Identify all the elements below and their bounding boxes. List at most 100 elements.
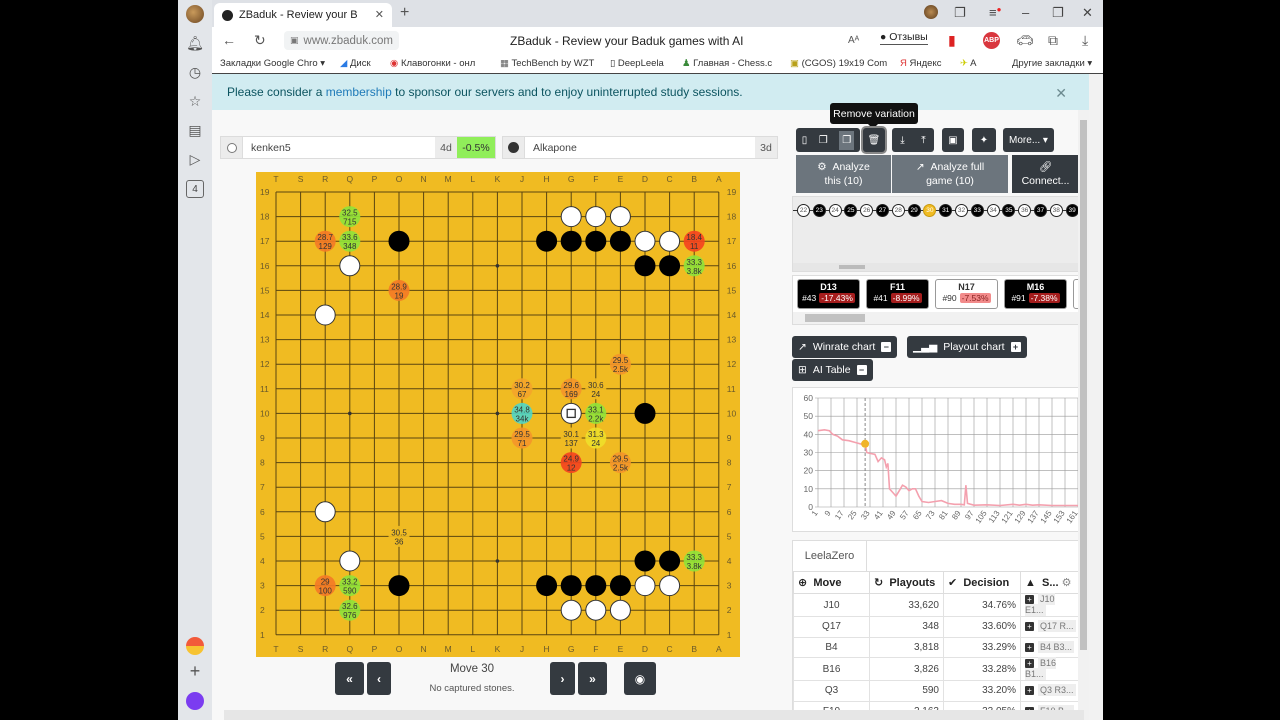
other-bookmarks[interactable]: Другие закладки ▾ — [1012, 58, 1092, 69]
tab-leelazero[interactable]: LeelaZero — [793, 541, 867, 571]
ai-suggestion[interactable]: 28.919 — [388, 279, 410, 301]
tree-node[interactable]: 23 — [812, 204, 826, 217]
copy-icon[interactable]: ❐ — [819, 135, 828, 146]
ai-table-row[interactable]: Q17 348 33.60% + Q17 R... — [793, 616, 1081, 638]
ai-suggestion[interactable]: 30.536 — [388, 525, 410, 547]
next-move-button[interactable]: › — [550, 662, 575, 695]
col-playouts[interactable]: ↻ Playouts — [869, 571, 944, 594]
restore-icon[interactable]: ❐ — [1052, 5, 1064, 21]
horizontal-scrollbar[interactable] — [224, 710, 1084, 720]
winrate-chart-toggle[interactable]: ↗ Winrate chart − — [792, 336, 898, 358]
last-move-button[interactable]: » — [578, 662, 607, 695]
browser-tab[interactable]: ZBaduk - Review your B ✕ — [214, 3, 392, 27]
analyze-full-game-button[interactable]: ↗ Analyze full game (10) — [892, 155, 1008, 193]
tree-node[interactable]: 34 — [986, 204, 1000, 217]
tree-node[interactable]: 27 — [876, 204, 889, 217]
bookmark-item[interactable]: ♟ Главная - Chess.c — [682, 58, 772, 69]
more-dropdown-button[interactable]: More... ▾ — [1003, 128, 1054, 152]
ai-suggestion[interactable]: 29.571 — [511, 427, 533, 449]
menu-notifications-icon[interactable]: ≡● — [989, 5, 1001, 20]
toggle-visibility-eye-icon[interactable]: ◉ — [624, 662, 656, 695]
alice-assistant-icon[interactable] — [186, 692, 204, 710]
bookmark-item[interactable]: Закладки Google Chro ▾ — [220, 58, 325, 69]
ai-suggestion[interactable]: 30.1137 — [560, 427, 582, 449]
pv-chip[interactable]: Q3 R3... — [1038, 684, 1076, 697]
winrate-chart-svg[interactable]: 1 9 17 25 33 41 49 57 65 73 81 89 971051131211291371… — [793, 388, 1090, 533]
ai-suggestion[interactable]: 33.33.8k — [683, 550, 705, 572]
ai-table-row[interactable]: B4 3,818 33.29% + B4 B3... — [793, 636, 1081, 658]
tree-node[interactable]: 31 — [939, 204, 953, 217]
tree-scrollbar[interactable] — [793, 263, 1088, 271]
reload-icon[interactable]: ↻ — [254, 32, 266, 49]
previous-move-button[interactable]: ‹ — [367, 662, 391, 695]
bookmark-item[interactable]: ▣ (CGOS) 19x19 Com — [790, 58, 887, 69]
ai-suggestion[interactable]: 29.6169 — [560, 378, 582, 400]
download-icon[interactable]: ⤓ — [1082, 32, 1088, 49]
ai-suggestion[interactable]: 33.2590 — [339, 575, 361, 597]
expand-plus-icon[interactable]: + — [1025, 595, 1034, 604]
profile-avatar-icon[interactable] — [186, 5, 204, 23]
collections-icon[interactable]: ❐ — [954, 5, 966, 21]
ai-suggestion[interactable]: 29.52.5k — [609, 452, 631, 474]
col-move[interactable]: ⊕ Move — [793, 571, 870, 594]
bookmark-item[interactable]: ◢ Диск — [340, 58, 371, 69]
close-window-icon[interactable]: ✕ — [1082, 5, 1093, 21]
new-tab-icon[interactable]: + — [400, 4, 409, 22]
bookmark-item[interactable]: ▦ TechBench by WZT — [500, 58, 594, 69]
mistakes-scrollbar[interactable] — [793, 312, 1088, 324]
ai-suggestion[interactable]: 31.324 — [585, 427, 607, 449]
bell-icon[interactable]: 🔔︎ — [186, 34, 204, 52]
app-shortcut-icon[interactable] — [186, 637, 204, 655]
close-banner-icon[interactable]: ✕ — [1055, 85, 1067, 102]
expand-plus-icon[interactable]: + — [1025, 642, 1034, 652]
ai-table-toggle[interactable]: ⊞ AI Table − — [792, 359, 873, 381]
ai-table-row[interactable]: B16 3,826 33.28% + B16 B1... — [793, 657, 1081, 681]
mistake-card[interactable]: D13 #43 -17.43% — [797, 279, 860, 309]
ai-table-row[interactable]: Q3 590 33.20% + Q3 R3... — [793, 680, 1081, 702]
tree-node[interactable]: 32 — [955, 204, 968, 217]
go-board-svg[interactable]: TTSSRRQQPPOONNMMLLKKJJHHGGFFEEDDCCBBAA1 1… — [256, 172, 740, 657]
minimize-icon[interactable]: – — [1022, 5, 1029, 20]
ai-suggestion[interactable]: 34.834k — [511, 402, 533, 424]
ai-suggestion[interactable]: 28.7129 — [314, 230, 336, 252]
duplicate-icon[interactable]: ❐ — [839, 130, 855, 150]
tree-node[interactable]: 24 — [828, 204, 842, 217]
ai-suggestion[interactable]: 33.6348 — [339, 230, 361, 252]
back-arrow-icon[interactable]: ← — [222, 32, 236, 48]
tree-node[interactable]: 22 — [797, 204, 810, 217]
reviews-button[interactable]: ● Отзывы — [880, 31, 928, 45]
pv-chip[interactable]: Q17 R... — [1038, 620, 1076, 633]
tree-node[interactable]: 38 — [1049, 204, 1063, 217]
tree-node-current[interactable]: 30 — [923, 204, 937, 217]
tree-node[interactable]: 25 — [844, 204, 858, 217]
mistake-card[interactable]: F11 #41 -8.99% — [866, 279, 929, 309]
ai-suggestion[interactable]: 29100 — [314, 575, 336, 597]
adblock-icon[interactable]: ABP — [983, 32, 1000, 49]
ai-suggestion[interactable]: 33.33.8k — [683, 255, 705, 277]
mistake-card[interactable]: M16 #91 -7.38% — [1004, 279, 1067, 309]
tabs-counter-icon[interactable]: 4 — [186, 180, 204, 198]
col-decision[interactable]: ✔ Decision — [943, 571, 1021, 594]
tree-node[interactable]: 37 — [1034, 204, 1047, 217]
ai-suggestion[interactable]: 32.5715 — [339, 206, 361, 228]
expand-plus-icon[interactable]: + — [1025, 659, 1034, 668]
first-move-button[interactable]: « — [335, 662, 364, 695]
upload-icon[interactable]: ⤒ — [921, 135, 925, 146]
pv-chip[interactable]: B4 B3... — [1038, 640, 1075, 653]
expand-plus-icon[interactable]: + — [1025, 622, 1034, 632]
tree-node[interactable]: 39 — [1065, 204, 1079, 217]
tree-node[interactable]: 28 — [891, 204, 905, 217]
tree-node[interactable]: 29 — [907, 204, 921, 217]
tree-node[interactable]: 26 — [860, 204, 874, 217]
current-move-point[interactable] — [861, 439, 870, 448]
move-tree[interactable]: 22 23 24 25 26 27 28 29 30 31 32 33 34 35 36 37 38 39 — [792, 196, 1089, 272]
download-icon[interactable]: ⤓ — [900, 135, 904, 146]
star-icon[interactable]: ☆ — [186, 92, 204, 110]
handshake-icon[interactable]: ✦ — [972, 128, 996, 152]
bookmark-item[interactable]: ◉ Клавогонки - онл — [390, 58, 475, 69]
expand-plus-icon[interactable]: + — [1025, 686, 1034, 696]
account-avatar-icon[interactable] — [924, 5, 938, 19]
playout-chart-toggle[interactable]: ▁▃▅ Playout chart + — [907, 336, 1027, 358]
go-board[interactable]: TTSSRRQQPPOONNMMLLKKJJHHGGFFEEDDCCBBAA11… — [256, 172, 740, 657]
ai-table-row[interactable]: J10 33,620 34.76% + J10 E1... — [793, 593, 1081, 617]
